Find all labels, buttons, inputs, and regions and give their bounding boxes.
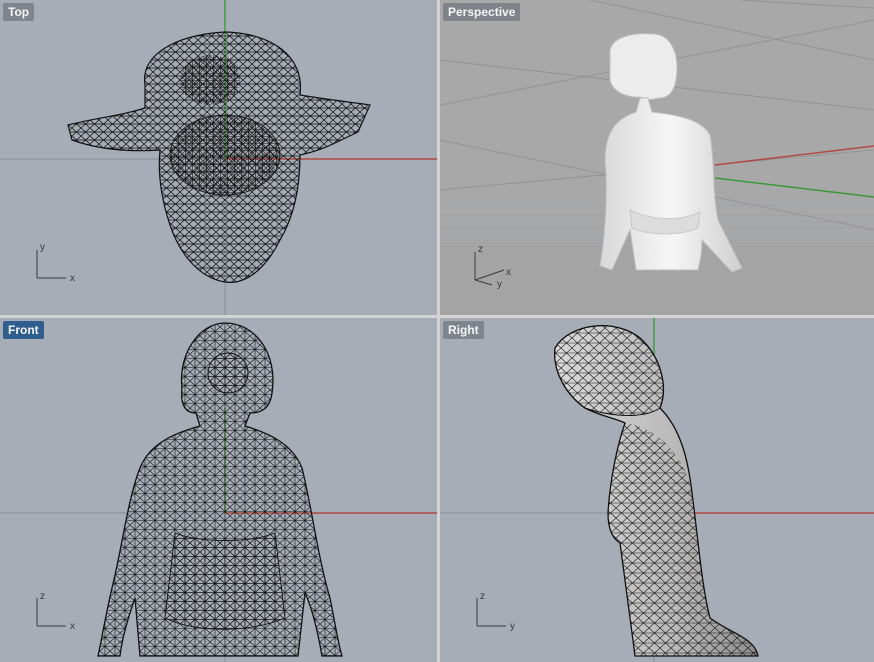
viewport-title-perspective[interactable]: Perspective: [443, 3, 521, 21]
viewport-front-canvas[interactable]: [0, 318, 437, 662]
viewport-title-top[interactable]: Top: [3, 3, 35, 21]
y-axis-line: [714, 177, 874, 198]
axis-indicator-top: [36, 250, 66, 279]
viewport-perspective-canvas[interactable]: [440, 0, 874, 315]
axis-indicator-front: [36, 598, 66, 627]
viewport-title-front[interactable]: Front: [3, 321, 44, 339]
viewport-title-right[interactable]: Right: [443, 321, 484, 339]
figure-wireframe-right: [554, 325, 759, 657]
figure-shaded: [599, 33, 743, 273]
viewport-top-canvas[interactable]: [0, 0, 437, 315]
viewport-front[interactable]: z x Front: [0, 318, 437, 662]
axis-indicator-right: [476, 598, 506, 627]
viewport-right[interactable]: z y Right: [440, 318, 874, 662]
figure-wireframe-front: [97, 322, 343, 657]
viewport-grid: y x Top z y x Perspective z x Front z y …: [0, 0, 874, 662]
viewport-perspective[interactable]: z y x Perspective: [440, 0, 874, 315]
viewport-right-canvas[interactable]: [440, 318, 874, 662]
viewport-top[interactable]: y x Top: [0, 0, 437, 315]
x-axis-line: [714, 145, 874, 166]
head-wireframe-top: [67, 31, 371, 283]
